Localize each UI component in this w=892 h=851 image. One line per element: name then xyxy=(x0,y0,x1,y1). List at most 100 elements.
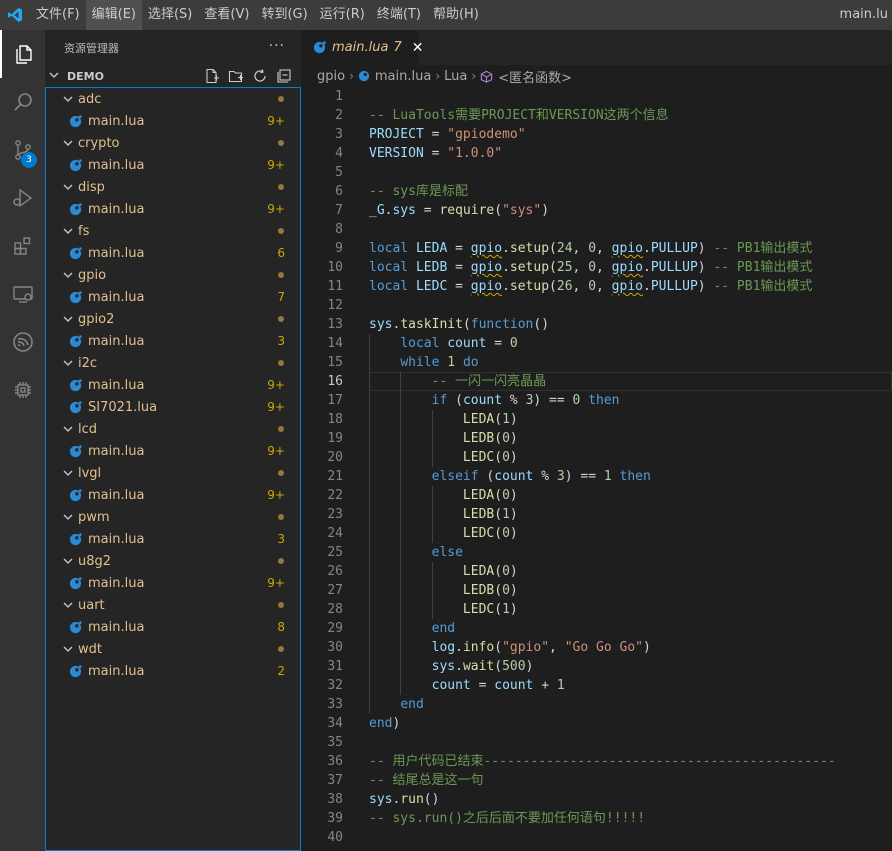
code-line[interactable]: 28 LEDC(1) xyxy=(301,600,892,619)
breadcrumb-folder[interactable]: gpio xyxy=(317,69,345,84)
tree-folder[interactable]: wdt xyxy=(46,638,300,660)
menu-item[interactable]: 查看(V) xyxy=(198,0,255,30)
explorer-icon[interactable] xyxy=(0,30,45,78)
tree-folder[interactable]: lcd xyxy=(46,418,300,440)
tree-file[interactable]: main.lua 7 xyxy=(46,286,300,308)
tree-file[interactable]: SI7021.lua 9+ xyxy=(46,396,300,418)
tree-file[interactable]: main.lua 6 xyxy=(46,242,300,264)
tree-file[interactable]: main.lua 9+ xyxy=(46,484,300,506)
code-line[interactable]: 5 xyxy=(301,163,892,182)
new-folder-icon[interactable] xyxy=(227,67,245,85)
tree-file[interactable]: main.lua 3 xyxy=(46,330,300,352)
tree-folder[interactable]: crypto xyxy=(46,132,300,154)
tree-file[interactable]: main.lua 9+ xyxy=(46,572,300,594)
code-line[interactable]: 15 while 1 do xyxy=(301,353,892,372)
extensions-icon[interactable] xyxy=(0,222,45,270)
run-debug-icon[interactable] xyxy=(0,174,45,222)
code-line[interactable]: 35 xyxy=(301,733,892,752)
tab-main-lua[interactable]: main.lua 7 ✕ xyxy=(301,30,423,65)
code-line[interactable]: 39 -- sys.run()之后后面不要加任何语句!!!!! xyxy=(301,809,892,828)
menu-item[interactable]: 终端(T) xyxy=(371,0,427,30)
code-editor[interactable]: 1 2 -- LuaTools需要PROJECT和VERSION这两个信息 3 PROJ… xyxy=(301,87,892,851)
tree-file[interactable]: main.lua 3 xyxy=(46,528,300,550)
code-line[interactable]: 11 local LEDC = gpio.setup(26, 0, gpio.PU… xyxy=(301,277,892,296)
code-line[interactable]: 1 xyxy=(301,87,892,106)
code-line[interactable]: 14 local count = 0 xyxy=(301,334,892,353)
tree-file[interactable]: main.lua 9+ xyxy=(46,154,300,176)
menu-item[interactable]: 选择(S) xyxy=(142,0,198,30)
code-line[interactable]: 6 -- sys库是标配 xyxy=(301,182,892,201)
code-line[interactable]: 38 sys.run() xyxy=(301,790,892,809)
code-text: -- 一闪一闪亮晶晶 xyxy=(431,374,547,389)
tree-file[interactable]: main.lua 8 xyxy=(46,616,300,638)
tree-folder[interactable]: adc xyxy=(46,88,300,110)
code-line[interactable]: 22 LEDA(0) xyxy=(301,486,892,505)
tree-folder[interactable]: disp xyxy=(46,176,300,198)
code-line[interactable]: 23 LEDB(1) xyxy=(301,505,892,524)
tree-folder[interactable]: u8g2 xyxy=(46,550,300,572)
code-line[interactable]: 33 end xyxy=(301,695,892,714)
code-line[interactable]: 32 count = count + 1 xyxy=(301,676,892,695)
line-number: 25 xyxy=(327,545,343,560)
source-control-icon[interactable]: 3 xyxy=(0,126,45,174)
menu-item[interactable]: 编辑(E) xyxy=(85,0,142,30)
wifi-icon[interactable] xyxy=(0,318,45,366)
more-actions-icon[interactable]: ··· xyxy=(269,38,285,54)
code-line[interactable]: 2 -- LuaTools需要PROJECT和VERSION这两个信息 xyxy=(301,106,892,125)
code-line[interactable]: 27 LEDB(0) xyxy=(301,581,892,600)
code-line[interactable]: 34 end) xyxy=(301,714,892,733)
code-line[interactable]: 30 log.info("gpio", "Go Go Go") xyxy=(301,638,892,657)
workspace-header[interactable]: DEMO xyxy=(45,65,301,87)
collapse-all-icon[interactable] xyxy=(275,67,293,85)
tree-folder[interactable]: gpio xyxy=(46,264,300,286)
code-line[interactable]: 29 end xyxy=(301,619,892,638)
breadcrumb-file[interactable]: main.lua xyxy=(375,69,431,84)
new-file-icon[interactable] xyxy=(203,67,221,85)
code-line[interactable]: 24 LEDC(0) xyxy=(301,524,892,543)
code-line[interactable]: 20 LEDC(0) xyxy=(301,448,892,467)
tree-folder[interactable]: pwm xyxy=(46,506,300,528)
code-line[interactable]: 7 _G.sys = require("sys") xyxy=(301,201,892,220)
menu-item[interactable]: 运行(R) xyxy=(314,0,371,30)
code-line[interactable]: 19 LEDB(0) xyxy=(301,429,892,448)
code-line[interactable]: 18 LEDA(1) xyxy=(301,410,892,429)
breadcrumb-symbol[interactable]: <匿名函数> xyxy=(498,67,572,86)
code-line[interactable]: 17 if (count % 3) == 0 then xyxy=(301,391,892,410)
code-line[interactable]: 36 -- 用户代码已结束----------------------------… xyxy=(301,752,892,771)
tree-file[interactable]: main.lua 9+ xyxy=(46,198,300,220)
tree-file[interactable]: main.lua 2 xyxy=(46,660,300,682)
code-line[interactable]: 37 -- 结尾总是这一句 xyxy=(301,771,892,790)
code-line[interactable]: 3 PROJECT = "gpiodemo" xyxy=(301,125,892,144)
code-line[interactable]: 10 local LEDB = gpio.setup(25, 0, gpio.PU… xyxy=(301,258,892,277)
code-line[interactable]: 12 xyxy=(301,296,892,315)
code-line[interactable]: 8 xyxy=(301,220,892,239)
chip-icon[interactable] xyxy=(0,366,45,414)
menu-item[interactable]: 帮助(H) xyxy=(427,0,485,30)
tree-file[interactable]: main.lua 9+ xyxy=(46,440,300,462)
code-line[interactable]: 26 LEDA(0) xyxy=(301,562,892,581)
code-line[interactable]: 9 local LEDA = gpio.setup(24, 0, gpio.PUL… xyxy=(301,239,892,258)
close-icon[interactable]: ✕ xyxy=(412,40,424,56)
code-line[interactable]: 31 sys.wait(500) xyxy=(301,657,892,676)
menu-item[interactable]: 转到(G) xyxy=(255,0,313,30)
remote-explorer-icon[interactable] xyxy=(0,270,45,318)
tree-folder[interactable]: lvgl xyxy=(46,462,300,484)
tree-folder[interactable]: gpio2 xyxy=(46,308,300,330)
code-line[interactable]: 25 else xyxy=(301,543,892,562)
code-line[interactable]: 13 sys.taskInit(function() xyxy=(301,315,892,334)
refresh-icon[interactable] xyxy=(251,67,269,85)
code-line[interactable]: 21 elseif (count % 3) == 1 then xyxy=(301,467,892,486)
code-line[interactable]: 16 -- 一闪一闪亮晶晶 xyxy=(301,372,892,391)
search-icon[interactable] xyxy=(0,78,45,126)
tree-file[interactable]: main.lua 9+ xyxy=(46,110,300,132)
breadcrumb-language[interactable]: Lua xyxy=(444,69,467,84)
tree-folder[interactable]: fs xyxy=(46,220,300,242)
code-line[interactable]: 40 xyxy=(301,828,892,847)
code-text: if (count % 3) == 0 then xyxy=(431,393,620,408)
line-number: 20 xyxy=(327,450,343,465)
code-line[interactable]: 4 VERSION = "1.0.0" xyxy=(301,144,892,163)
tree-file[interactable]: main.lua 9+ xyxy=(46,374,300,396)
tree-folder[interactable]: i2c xyxy=(46,352,300,374)
menu-item[interactable]: 文件(F) xyxy=(30,0,86,30)
tree-folder[interactable]: uart xyxy=(46,594,300,616)
